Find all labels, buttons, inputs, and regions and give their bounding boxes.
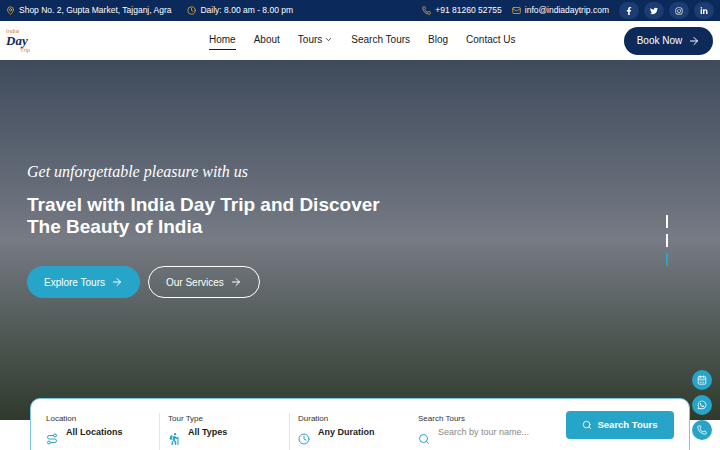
- search-field[interactable]: LocationAll Locations: [46, 413, 160, 450]
- search-tours-button[interactable]: Search Tours: [566, 411, 674, 439]
- nav-item[interactable]: Blog: [428, 32, 448, 50]
- chevron-down-icon: [324, 35, 333, 44]
- nav-menu: Home About Tours Search Tours Blog Contact Us: [209, 32, 516, 50]
- hero-title: Travel with India Day Trip and DiscoverT…: [27, 194, 720, 238]
- hero: Get unforgettable pleasure with us Travel…: [0, 60, 720, 450]
- search-field[interactable]: Search ToursSearch by tour name...: [418, 413, 558, 450]
- search-field[interactable]: Tour TypeAll Types: [168, 413, 290, 450]
- nav-item[interactable]: Search Tours: [351, 32, 410, 50]
- social-icon: [675, 7, 683, 15]
- field-icon: [46, 433, 58, 445]
- phone-icon: [422, 6, 431, 15]
- arrow-right-icon: [230, 276, 242, 288]
- nav-item[interactable]: Tours: [298, 32, 333, 50]
- nav-item[interactable]: Contact Us: [466, 32, 515, 50]
- hero-buttons: Explore ToursOur Services: [27, 266, 720, 298]
- floating-actions: [692, 370, 712, 440]
- logo[interactable]: IndiaDayTrip: [6, 28, 46, 53]
- whatsapp-icon: [697, 400, 707, 410]
- email[interactable]: info@indiadaytrip.com: [512, 4, 609, 17]
- call-button[interactable]: [692, 420, 712, 440]
- field-icon: [298, 433, 310, 445]
- calendar-icon: [697, 375, 707, 385]
- clock-icon: [187, 6, 196, 15]
- search-icon: [582, 420, 592, 430]
- our-services-button[interactable]: Our Services: [148, 266, 260, 298]
- slide-indicators: [666, 215, 668, 266]
- hero-tagline: Get unforgettable pleasure with us: [27, 160, 720, 184]
- book-now-button[interactable]: Book Now: [624, 27, 713, 55]
- calendar-button[interactable]: [692, 370, 712, 390]
- nav-bar: IndiaDayTrip Home About Tours Search Tours Bl…: [0, 21, 720, 60]
- search-input[interactable]: Search by tour name...: [438, 426, 529, 440]
- search-panel: LocationAll LocationsTour TypeAll TypesD…: [30, 398, 690, 450]
- social-link[interactable]: [694, 2, 714, 19]
- social-link[interactable]: [619, 2, 639, 19]
- social-icon: [700, 7, 708, 15]
- social-link[interactable]: [644, 2, 664, 19]
- nav-item[interactable]: About: [254, 32, 280, 50]
- search-field[interactable]: DurationAny Duration: [298, 413, 410, 450]
- slide-indicator[interactable]: [666, 215, 668, 228]
- phone[interactable]: +91 81260 52755: [422, 4, 501, 17]
- slide-indicator[interactable]: [666, 234, 668, 247]
- field-icon: [168, 433, 180, 445]
- social-icon: [625, 7, 633, 15]
- arrow-right-icon: [111, 276, 123, 288]
- social-icon: [650, 7, 658, 15]
- address: Shop No. 2, Gupta Market, Tajganj, Agra: [6, 4, 171, 17]
- top-bar: Shop No. 2, Gupta Market, Tajganj, Agra D…: [0, 0, 720, 21]
- social-links: [619, 2, 714, 19]
- explore-tours-button[interactable]: Explore Tours: [27, 266, 140, 298]
- page: Shop No. 2, Gupta Market, Tajganj, Agra D…: [0, 0, 720, 450]
- arrow-right-icon: [688, 35, 700, 47]
- phone-icon: [697, 425, 707, 435]
- field-icon: [418, 433, 430, 445]
- social-link[interactable]: [669, 2, 689, 19]
- slide-indicator[interactable]: [666, 253, 668, 266]
- mail-icon: [512, 6, 521, 15]
- hours: Daily: 8.00 am - 8.00 pm: [187, 4, 293, 17]
- hero-photo: Get unforgettable pleasure with us Travel…: [0, 60, 720, 420]
- nav-item[interactable]: Home: [209, 32, 236, 50]
- whatsapp-button[interactable]: [692, 395, 712, 415]
- map-pin-icon: [6, 6, 15, 15]
